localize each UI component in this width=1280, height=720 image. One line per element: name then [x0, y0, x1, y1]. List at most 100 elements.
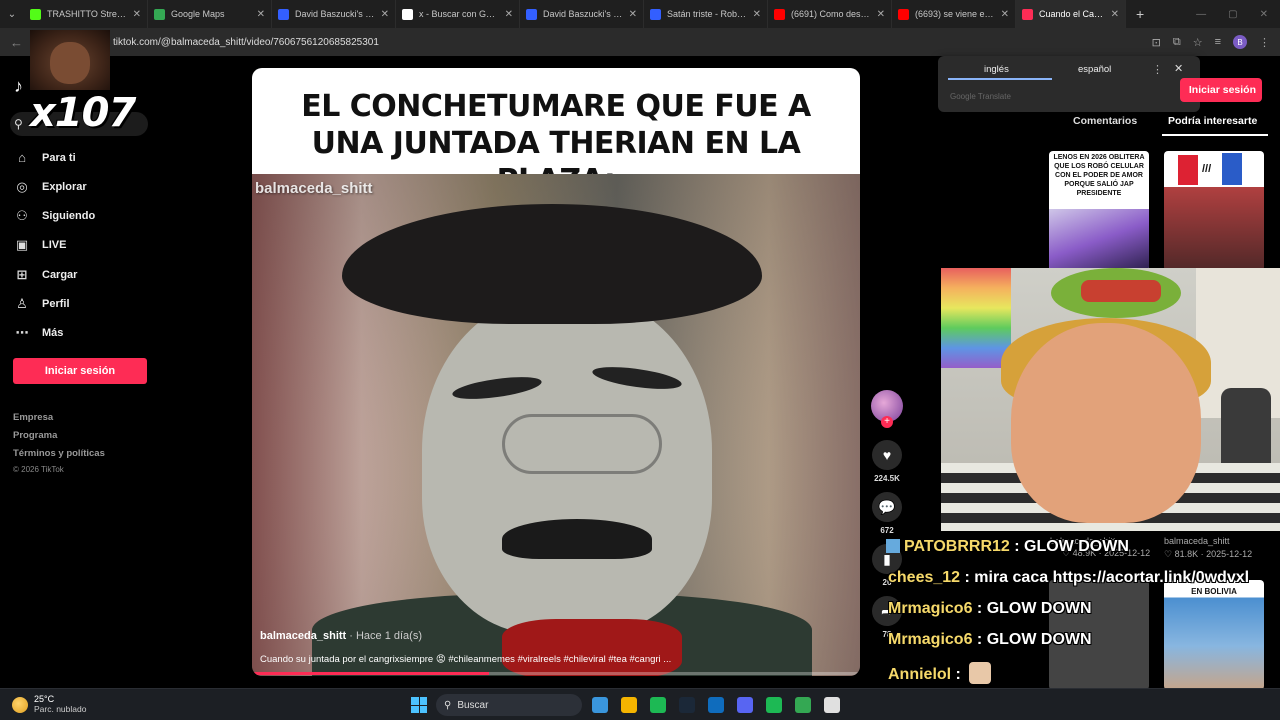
chat-text: GLOW DOWN	[1024, 538, 1129, 555]
tab-close-icon[interactable]: ✕	[381, 9, 389, 20]
sidebar-item-user[interactable]: ⚇ Siguiendo	[14, 208, 95, 224]
tab-comments[interactable]: Comentarios	[1073, 115, 1137, 127]
profile-avatar[interactable]: B	[1233, 35, 1247, 49]
tiktok-sidebar: ♪ ⚲ ⌂ Para ti ◎ Explorar ⚇ Siguiendo ▣ LIVE ⊞ Car…	[0, 56, 160, 686]
window-controls: — ▢ ✕	[1196, 9, 1280, 20]
tab-label: David Baszucki's Lair	[543, 9, 623, 19]
taskbar-app-icon[interactable]	[592, 697, 608, 713]
video-frame	[252, 174, 860, 676]
tab-close-icon[interactable]: ✕	[877, 9, 885, 20]
weather-icon	[12, 696, 28, 713]
bookmark-star-icon[interactable]: ☆	[1193, 36, 1203, 49]
taskbar-app-icon[interactable]	[708, 697, 724, 713]
taskbar-app-icon[interactable]	[737, 697, 753, 713]
search-icon: ⚲	[444, 699, 452, 711]
footer-link-empresa[interactable]: Empresa	[13, 412, 53, 423]
tab-suggested[interactable]: Podría interesarte	[1168, 115, 1257, 127]
footer-link-programa[interactable]: Programa	[13, 430, 57, 441]
translate-target-tab[interactable]: español	[1078, 64, 1111, 75]
chat-text: GLOW DOWN	[986, 600, 1092, 617]
new-tab-button[interactable]: +	[1126, 6, 1154, 22]
browser-tab[interactable]: (6693) se viene edit d ✕	[892, 0, 1016, 28]
sidebar-item-live[interactable]: ▣ LIVE	[14, 237, 67, 253]
video-caption: Cuando su juntada por el cangrixsiempre …	[260, 654, 672, 665]
taskbar-app-icon[interactable]	[650, 697, 666, 713]
browser-tab[interactable]: TRASHITTO Stream - ✕	[24, 0, 148, 28]
windows-taskbar: 25°C Parc. nublado ⚲ Buscar	[0, 688, 1280, 720]
tab-close-icon[interactable]: ✕	[133, 9, 141, 20]
taskbar-app-icon[interactable]	[795, 697, 811, 713]
tab-favicon-icon	[154, 8, 165, 20]
browser-tab[interactable]: David Baszucki's Lair ✕	[520, 0, 644, 28]
minimize-icon[interactable]: —	[1196, 9, 1206, 20]
comment-button[interactable]: 💬 672	[872, 492, 902, 535]
taskbar-search[interactable]: ⚲ Buscar	[436, 694, 582, 716]
chat-message: PATOBRRR12 : GLOW DOWN	[886, 538, 1129, 556]
like-button[interactable]: ♥ 224.5K	[872, 440, 902, 483]
tab-close-icon[interactable]: ✕	[1001, 9, 1009, 20]
video-progress-bar[interactable]	[252, 672, 860, 675]
sidebar-item-compass[interactable]: ◎ Explorar	[14, 179, 86, 195]
suggested-stats: ♡ 81.8K · 2025-12-12	[1164, 549, 1253, 559]
sidebar-item-upload[interactable]: ⊞ Cargar	[14, 267, 78, 283]
sidebar-item-profile[interactable]: ♙ Perfil	[14, 296, 69, 312]
browser-tab[interactable]: David Baszucki's Lair ✕	[272, 0, 396, 28]
browser-tab[interactable]: x - Buscar con Google ✕	[396, 0, 520, 28]
browser-tab-bar: ⌄ TRASHITTO Stream - ✕ Google Maps ✕ David B…	[0, 0, 1280, 28]
tab-close-icon[interactable]: ✕	[505, 9, 513, 20]
streamer-webcam	[941, 268, 1280, 531]
browser-menu-icon[interactable]: ⋮	[1259, 36, 1270, 49]
chat-username: chees_12	[888, 569, 961, 586]
video-author[interactable]: balmaceda_shitt · Hace 1 día(s)	[260, 630, 422, 642]
video-player[interactable]: EL CONCHETUMARE QUE FUE A UNA JUNTADA TH…	[252, 68, 860, 676]
more-options-icon[interactable]: ⋮	[1152, 63, 1163, 76]
tab-close-icon[interactable]: ✕	[753, 9, 761, 20]
sidebar-item-label: Más	[42, 327, 64, 339]
translate-source-tab[interactable]: inglés	[984, 64, 1009, 75]
browser-tab[interactable]: Satán triste - Roblox ✕	[644, 0, 768, 28]
sidebar-item-home[interactable]: ⌂ Para ti	[14, 150, 76, 165]
like-count: 224.5K	[874, 474, 900, 483]
back-icon[interactable]: ←	[10, 35, 23, 50]
tab-close-icon[interactable]: ✕	[1111, 9, 1119, 20]
install-icon[interactable]: ⧉	[1173, 36, 1181, 49]
sidebar-item-label: Siguiendo	[42, 210, 96, 222]
chat-username: PATOBRRR12	[904, 538, 1010, 555]
weather-widget[interactable]: 25°C Parc. nublado	[12, 694, 86, 715]
suggested-author[interactable]: balmaceda_shitt	[1164, 536, 1230, 546]
browser-tab[interactable]: Cuando el Cangr ✕	[1016, 0, 1126, 28]
maximize-icon[interactable]: ▢	[1228, 9, 1237, 20]
close-icon[interactable]: ✕	[1174, 62, 1183, 75]
copyright-text: © 2026 TikTok	[13, 465, 64, 474]
media-icon[interactable]: ≡	[1215, 36, 1221, 48]
browser-tab[interactable]: Google Maps ✕	[148, 0, 272, 28]
login-button[interactable]: Iniciar sesión	[13, 358, 147, 384]
tab-search-icon[interactable]: ⌄	[0, 0, 24, 28]
taskbar-app-icon[interactable]	[621, 697, 637, 713]
tiktok-logo[interactable]: ♪	[14, 76, 23, 97]
close-window-icon[interactable]: ✕	[1260, 9, 1268, 20]
taskbar-app-icon[interactable]	[679, 697, 695, 713]
sidebar-item-more[interactable]: ⋯ Más	[14, 325, 64, 341]
chat-message: Mrmagico6 : GLOW DOWN	[888, 600, 1092, 617]
taskbar-app-icon[interactable]	[766, 697, 782, 713]
suggested-video-thumb[interactable]: EN BOLIVIA	[1164, 580, 1264, 690]
suggested-video-thumb[interactable]: ///	[1164, 151, 1264, 271]
tab-close-icon[interactable]: ✕	[257, 9, 265, 20]
chat-username: Annielol	[888, 666, 952, 683]
suggested-video-thumb[interactable]: LENOS EN 2026 OBLITERA QUE LOS ROBÓ CELU…	[1049, 151, 1149, 271]
windows-start-icon[interactable]	[411, 697, 427, 713]
browser-tab[interactable]: (6691) Como descarg ✕	[768, 0, 892, 28]
chat-username: Mrmagico6	[888, 631, 973, 648]
weather-condition: Parc. nublado	[34, 704, 87, 714]
url-text[interactable]: tiktok.com/@balmaceda_shitt/video/760675…	[113, 37, 379, 48]
tab-close-icon[interactable]: ✕	[629, 9, 637, 20]
compass-icon: ◎	[16, 179, 28, 194]
tab-favicon-icon	[898, 8, 909, 20]
follow-plus-icon[interactable]: +	[881, 416, 893, 428]
footer-link-terms[interactable]: Términos y políticas	[13, 448, 105, 459]
taskbar-app-icon[interactable]	[824, 697, 840, 713]
comment-icon: 💬	[872, 492, 902, 522]
login-button-header[interactable]: Iniciar sesión	[1180, 78, 1262, 102]
translate-icon[interactable]: ⊡	[1152, 36, 1161, 49]
